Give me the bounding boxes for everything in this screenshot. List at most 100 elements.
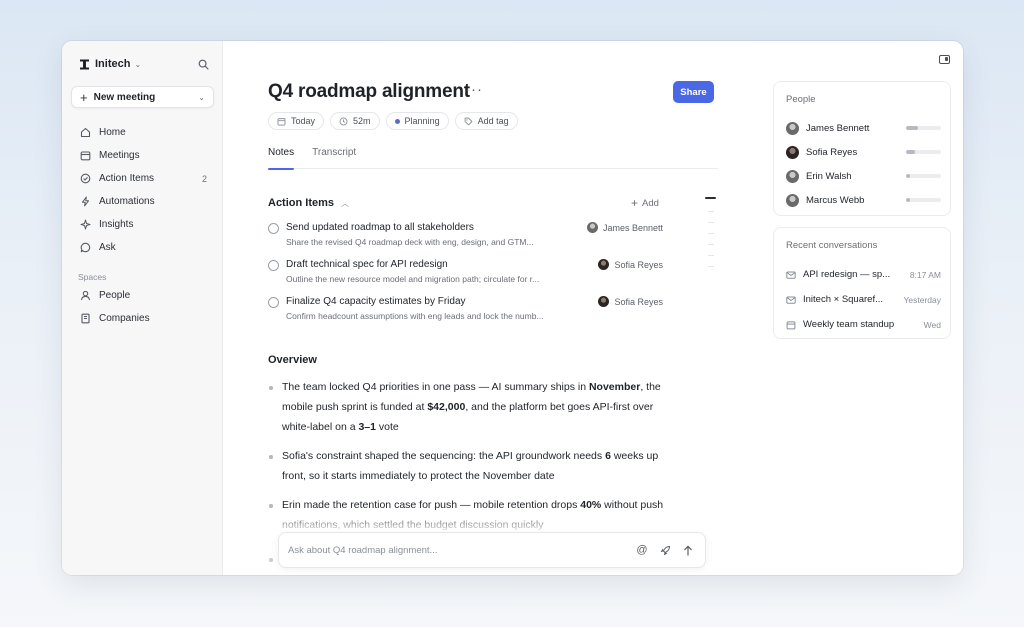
- highlight: November: [588, 381, 641, 393]
- checkbox[interactable]: [268, 223, 279, 234]
- checkbox[interactable]: [268, 260, 279, 271]
- overview-bullet: Sofia's constraint shaped the sequencing…: [268, 446, 668, 486]
- sidebar-item-people[interactable]: People: [71, 284, 214, 307]
- avatar: [598, 296, 610, 307]
- person-name: Marcus Webb: [806, 194, 865, 206]
- date-chip[interactable]: Today: [268, 112, 325, 130]
- overview-bullet: The team locked Q4 priorities in one pas…: [268, 377, 668, 437]
- main-content: Q4 roadmap alignment ··· Share Today 52m…: [223, 41, 963, 575]
- home-icon: [78, 126, 92, 140]
- add-tag-label: Add tag: [477, 116, 509, 126]
- check-circle-icon: [78, 172, 92, 186]
- workspace-name: Initech: [95, 58, 131, 70]
- workspace-switcher[interactable]: Initech ⌄: [78, 55, 210, 73]
- action-item-title: Send updated roadmap to all stakeholders: [286, 222, 474, 233]
- list-item[interactable]: Draft technical spec for API redesign Ou…: [268, 259, 663, 296]
- list-item[interactable]: James Bennett: [786, 116, 941, 140]
- page-title: Q4 roadmap alignment: [268, 81, 470, 102]
- lightning-icon: [78, 195, 92, 209]
- spaces-label: Spaces: [78, 272, 107, 282]
- conversation-time: 8:17 AM: [909, 269, 941, 280]
- overview-title: Overview: [268, 354, 317, 366]
- person-icon: [78, 289, 92, 303]
- add-action-item-button[interactable]: + Add: [631, 197, 659, 209]
- tag-icon: [464, 117, 473, 126]
- list-item[interactable]: API redesign — sp... 8:17 AM: [786, 262, 941, 287]
- assignee[interactable]: Sofia Reyes: [598, 296, 663, 307]
- tab-transcript[interactable]: Transcript: [312, 147, 356, 169]
- action-item-description: Share the revised Q4 roadmap deck with e…: [286, 237, 534, 247]
- assignee-name: James Bennett: [602, 222, 663, 233]
- action-items-count: 2: [201, 173, 207, 184]
- calendar-icon: [78, 149, 92, 163]
- tabs: Notes Transcript: [268, 147, 718, 170]
- assignee[interactable]: James Bennett: [586, 222, 663, 233]
- talk-time-bar: [906, 150, 941, 154]
- sidebar-item-label: Meetings: [99, 150, 140, 161]
- sidebar-item-insights[interactable]: Insights: [71, 213, 214, 236]
- conversation-name: Initech × Squaref...: [803, 294, 884, 305]
- duration-chip[interactable]: 52m: [330, 112, 380, 130]
- conversation-time: Wed: [923, 319, 941, 330]
- new-meeting-label: New meeting: [93, 91, 156, 103]
- sidebar-nav: Home Meetings Action Items 2 Automations…: [71, 121, 214, 259]
- scroll-indicator[interactable]: [705, 197, 716, 199]
- list-item[interactable]: Send updated roadmap to all stakeholders…: [268, 222, 663, 259]
- sidebar-item-label: Action Items: [99, 173, 155, 184]
- chat-bubble-icon: [78, 241, 92, 255]
- sidebar-item-ask[interactable]: Ask: [71, 236, 214, 259]
- mail-icon: [786, 270, 796, 280]
- text: vote: [376, 421, 399, 433]
- avatar: [598, 259, 610, 270]
- rocket-icon[interactable]: [657, 542, 673, 558]
- add-tag-chip[interactable]: Add tag: [454, 112, 518, 130]
- search-icon[interactable]: [196, 57, 210, 71]
- action-items-title: Action Items: [268, 197, 335, 209]
- sidebar-item-home[interactable]: Home: [71, 121, 214, 144]
- assignee-name: Sofia Reyes: [614, 259, 663, 270]
- action-items-header[interactable]: Action Items ︿: [268, 197, 349, 209]
- list-item[interactable]: Erin Walsh: [786, 164, 941, 188]
- person-name: Sofia Reyes: [806, 146, 858, 158]
- sidebar-item-label: People: [99, 290, 131, 301]
- highlight: $42,000: [427, 401, 466, 413]
- highlight: 3–1: [358, 421, 376, 433]
- people-list: James Bennett Sofia Reyes Erin Walsh Mar…: [786, 116, 941, 212]
- sidebar-item-action-items[interactable]: Action Items 2: [71, 167, 214, 190]
- conversation-list: API redesign — sp... 8:17 AM Initech × S…: [786, 262, 941, 337]
- new-meeting-button[interactable]: + New meeting ⌄: [71, 86, 214, 108]
- at-mention-icon[interactable]: @: [634, 542, 650, 558]
- list-item[interactable]: Initech × Squaref... Yesterday: [786, 287, 941, 312]
- duration-label: 52m: [353, 116, 371, 126]
- tab-notes[interactable]: Notes: [268, 147, 295, 170]
- plus-icon: +: [631, 196, 639, 210]
- sidebar-item-automations[interactable]: Automations: [71, 190, 214, 213]
- sidebar: Initech ⌄ + New meeting ⌄ Home Meetings …: [62, 41, 223, 575]
- checkbox[interactable]: [268, 297, 279, 308]
- plus-icon: +: [80, 89, 88, 105]
- assignee-name: Sofia Reyes: [614, 296, 663, 307]
- date-label: Today: [291, 116, 316, 126]
- list-item[interactable]: Marcus Webb: [786, 188, 941, 212]
- add-label: Add: [642, 197, 659, 209]
- spaces-nav: People Companies: [71, 284, 214, 330]
- highlight: 40%: [580, 499, 602, 511]
- chevron-up-icon[interactable]: ︿: [341, 198, 349, 209]
- share-button[interactable]: Share: [673, 81, 714, 103]
- assignee[interactable]: Sofia Reyes: [598, 259, 663, 270]
- ask-input[interactable]: [288, 544, 627, 556]
- planning-tag-chip[interactable]: Planning: [385, 112, 449, 130]
- meeting-meta-chips: Today 52m Planning Add tag: [268, 112, 518, 130]
- calendar-icon: [786, 320, 796, 330]
- list-item[interactable]: Finalize Q4 capacity estimates by Friday…: [268, 296, 663, 333]
- list-item[interactable]: Sofia Reyes: [786, 140, 941, 164]
- avatar: [786, 193, 799, 207]
- list-item[interactable]: Weekly team standup Wed: [786, 312, 941, 337]
- more-options-icon[interactable]: ···: [465, 81, 483, 98]
- toggle-panel-icon[interactable]: [939, 55, 950, 64]
- send-arrow-icon[interactable]: [680, 542, 696, 558]
- sidebar-item-meetings[interactable]: Meetings: [71, 144, 214, 167]
- sidebar-item-companies[interactable]: Companies: [71, 307, 214, 330]
- chevron-down-icon[interactable]: ⌄: [198, 93, 205, 102]
- person-name: Erin Walsh: [806, 170, 852, 182]
